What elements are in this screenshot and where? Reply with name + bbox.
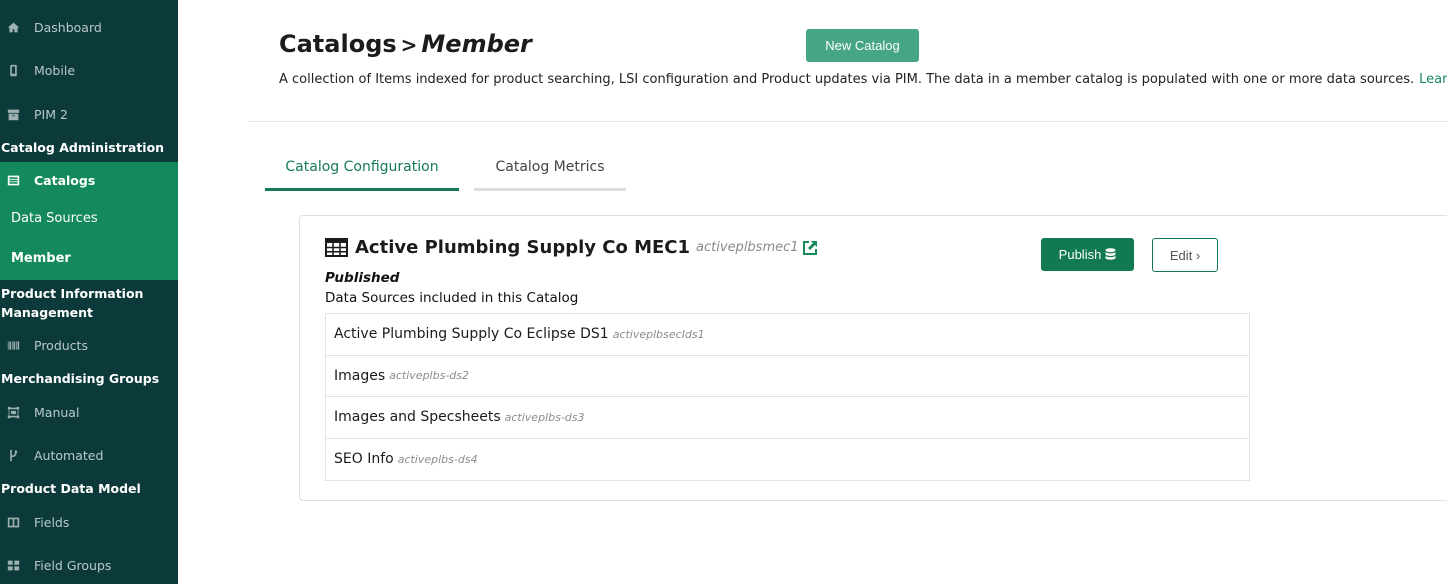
- sidebar-item-label: Dashboard: [34, 20, 102, 35]
- sidebar-section-data-model: Product Data Model: [1, 481, 141, 496]
- external-link-icon[interactable]: [801, 239, 819, 257]
- list-icon: [6, 174, 20, 188]
- sidebar-item-mobile[interactable]: Mobile: [0, 61, 178, 80]
- sidebar-section-catalog-admin: Catalog Administration: [1, 140, 165, 155]
- edit-button[interactable]: Edit ›: [1152, 238, 1218, 272]
- sidebar-item-field-groups[interactable]: Field Groups: [0, 556, 178, 575]
- sidebar-item-pim2[interactable]: PIM 2: [0, 105, 178, 124]
- header-divider: [248, 121, 1447, 122]
- barcode-icon: [6, 339, 20, 353]
- list-item[interactable]: SEO Info activeplbs-ds4: [326, 439, 1249, 481]
- breadcrumb-separator: >: [400, 33, 418, 57]
- list-item[interactable]: Images activeplbs-ds2: [326, 356, 1249, 397]
- sidebar-item-member[interactable]: Member: [0, 251, 178, 266]
- branch-icon: [6, 449, 20, 463]
- tab-catalog-configuration[interactable]: Catalog Configuration: [265, 150, 459, 191]
- columns-icon: [6, 516, 20, 530]
- breadcrumb-current: Member: [421, 30, 532, 58]
- sidebar-item-label: Automated: [34, 448, 104, 463]
- catalog-slug: activeplbsmec1: [696, 240, 799, 255]
- data-source-name: Images and Specsheets: [334, 409, 501, 426]
- sidebar-section-pim: Product Information Management: [1, 286, 144, 320]
- sidebar-item-catalogs[interactable]: Catalogs: [0, 171, 178, 190]
- sidebar-item-label: Products: [34, 338, 88, 353]
- object-group-icon: [6, 406, 20, 420]
- data-source-slug: activeplbs-ds2: [389, 369, 470, 383]
- table-icon: [325, 238, 348, 257]
- page-description: A collection of Items indexed for produc…: [279, 72, 1447, 87]
- sidebar-item-label: Mobile: [34, 63, 76, 78]
- sidebar-item-label: PIM 2: [34, 107, 68, 122]
- data-source-slug: activeplbsecIds1: [612, 327, 705, 341]
- learn-more-link[interactable]: Learn More: [1419, 72, 1447, 87]
- sidebar-item-label: Fields: [34, 515, 70, 530]
- page-title: Catalogs > Member: [279, 30, 532, 58]
- data-source-slug: activeplbs-ds3: [504, 410, 585, 424]
- description-text: A collection of Items indexed for produc…: [279, 72, 1415, 87]
- breadcrumb-root[interactable]: Catalogs: [279, 30, 397, 58]
- catalog-name: Active Plumbing Supply Co MEC1: [355, 237, 691, 258]
- data-source-list: Active Plumbing Supply Co Eclipse DS1 ac…: [325, 313, 1250, 481]
- tab-catalog-metrics[interactable]: Catalog Metrics: [474, 150, 626, 191]
- catalog-title: Active Plumbing Supply Co MEC1 activeplb…: [325, 237, 819, 258]
- data-source-name: SEO Info: [334, 451, 394, 468]
- database-icon: [1105, 248, 1116, 260]
- sidebar-item-label: Catalogs: [34, 173, 96, 188]
- list-item[interactable]: Active Plumbing Supply Co Eclipse DS1 ac…: [326, 314, 1249, 356]
- publish-label: Publish: [1058, 247, 1102, 262]
- sidebar: Dashboard Mobile PIM 2 Catalog Administr…: [0, 0, 178, 584]
- sidebar-item-data-sources[interactable]: Data Sources: [0, 211, 178, 226]
- archive-icon: [6, 108, 20, 122]
- sidebar-item-label: Manual: [34, 405, 80, 420]
- publish-button[interactable]: Publish: [1041, 238, 1134, 271]
- sidebar-item-manual[interactable]: Manual: [0, 403, 178, 422]
- new-catalog-button[interactable]: New Catalog: [806, 29, 919, 62]
- data-source-name: Active Plumbing Supply Co Eclipse DS1: [334, 326, 609, 343]
- grid-icon: [6, 559, 20, 573]
- data-source-name: Images: [334, 367, 386, 384]
- mobile-icon: [6, 64, 20, 78]
- sidebar-item-label: Field Groups: [34, 558, 112, 573]
- home-icon: [6, 21, 20, 35]
- status-badge: Published: [325, 270, 400, 286]
- data-sources-heading: Data Sources included in this Catalog: [325, 290, 579, 306]
- sidebar-item-products[interactable]: Products: [0, 336, 178, 355]
- data-source-slug: activeplbs-ds4: [397, 452, 478, 466]
- sidebar-section-merchandising: Merchandising Groups: [1, 371, 160, 386]
- sidebar-item-automated[interactable]: Automated: [0, 446, 178, 465]
- sidebar-item-dashboard[interactable]: Dashboard: [0, 18, 178, 37]
- sidebar-item-fields[interactable]: Fields: [0, 513, 178, 532]
- list-item[interactable]: Images and Specsheets activeplbs-ds3: [326, 397, 1249, 439]
